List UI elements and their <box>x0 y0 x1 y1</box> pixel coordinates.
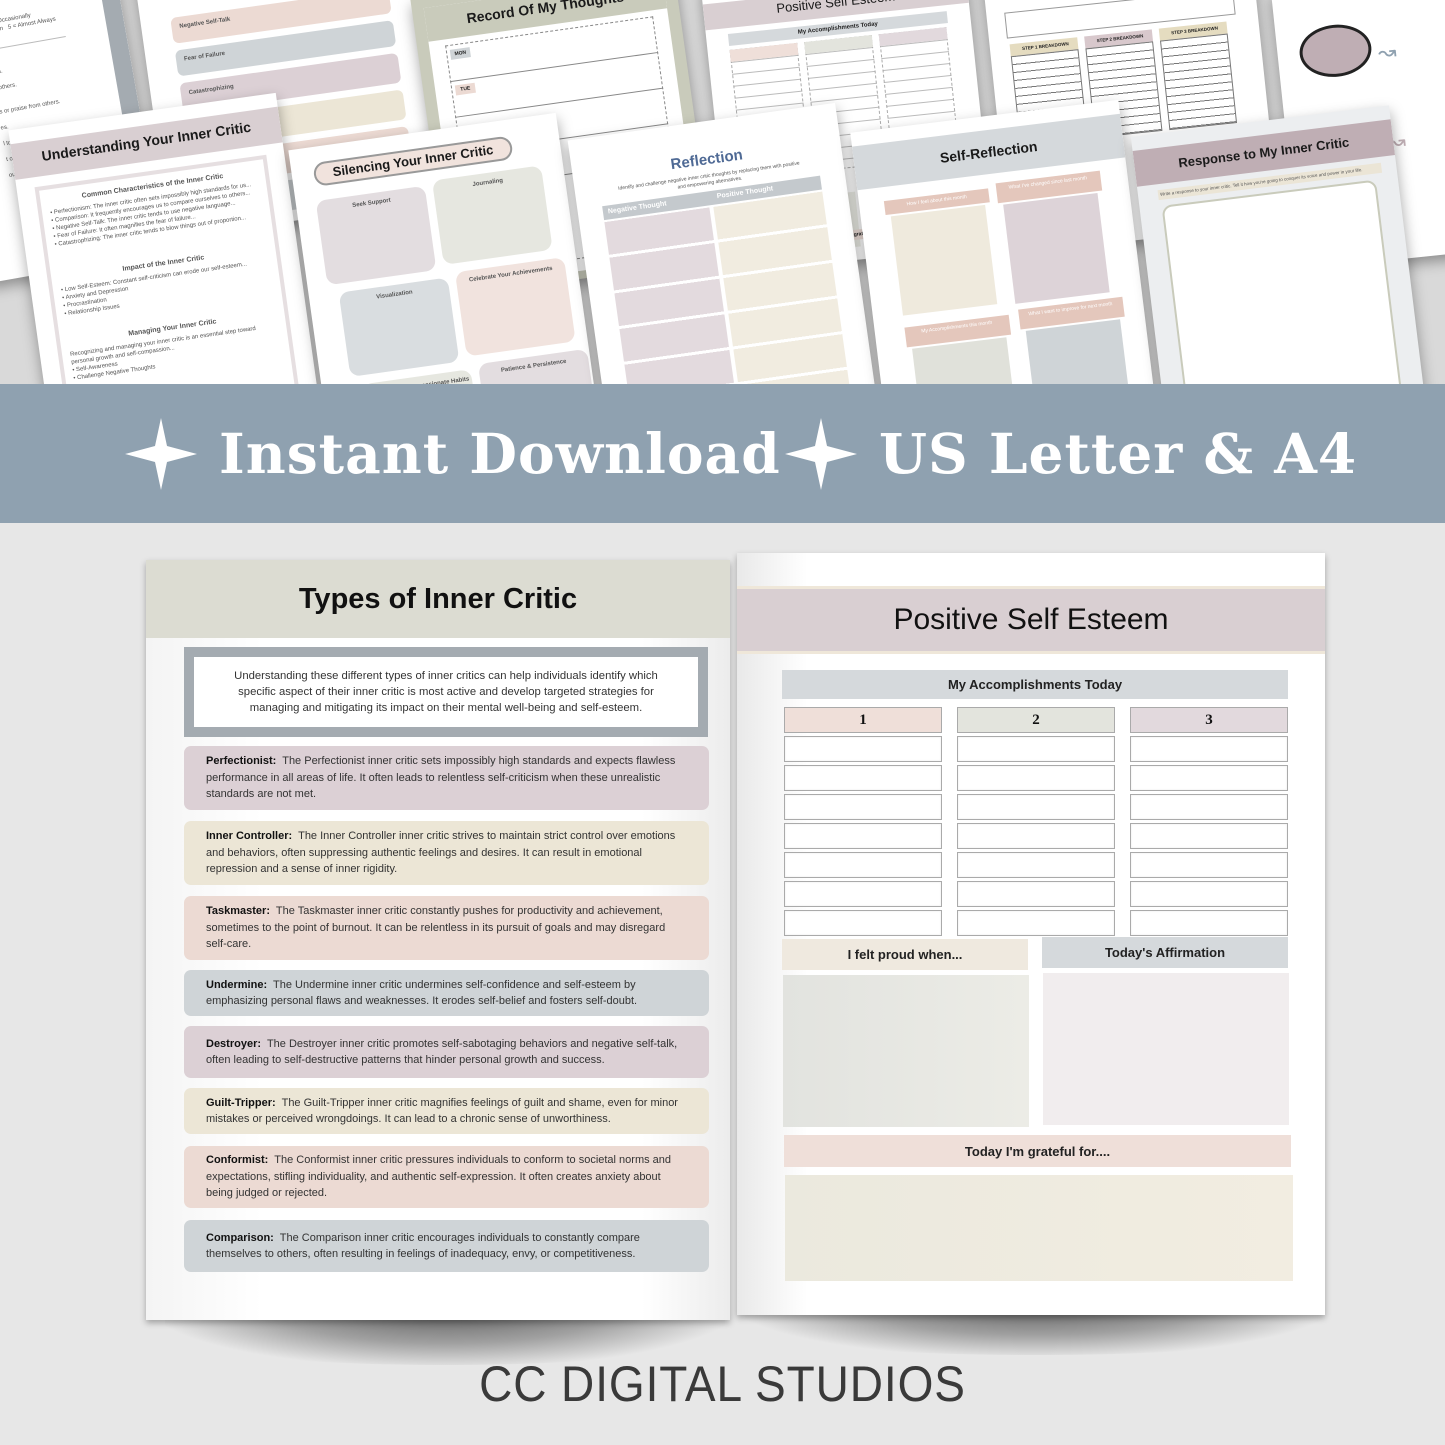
banner-label: US Letter & A4 <box>879 421 1358 486</box>
accomplishment-entry-field[interactable] <box>784 794 942 820</box>
preview-sheet-understanding: Understanding Your Inner Critic Common C… <box>8 92 322 384</box>
critic-type-name: Comparison: <box>206 1231 274 1244</box>
speech-bubble-icon <box>1296 21 1375 81</box>
critic-type-name: Inner Controller: <box>206 830 293 843</box>
preview-sheet-response: Response to My Inner Critic Write a resp… <box>1130 105 1430 384</box>
page-title: Types of Inner Critic <box>298 582 578 615</box>
critic-type-name: Guilt-Tripper: <box>206 1096 276 1109</box>
critic-type-name: Taskmaster: <box>206 905 270 918</box>
critic-card: Guilt-Tripper: The Guilt-Tripper inner c… <box>184 1088 709 1134</box>
critic-type-name: Undermine: <box>206 978 268 991</box>
accomplishment-entry-field[interactable] <box>957 794 1115 820</box>
page-header: Positive Self Esteem <box>737 586 1325 654</box>
critic-type-text: The Conformist inner critic pressures in… <box>206 1154 672 1200</box>
page-title: Positive Self Esteem <box>893 603 1169 636</box>
critic-description: Guilt-Tripper: The Guilt-Tripper inner c… <box>206 1095 687 1128</box>
preview-sheet-silencing: Silencing Your Inner Critic Seek Support… <box>288 112 602 384</box>
critic-description: Undermine: The Undermine inner critic un… <box>206 977 687 1010</box>
accomplishment-entry-field[interactable] <box>957 765 1115 791</box>
page-positive-self-esteem: Positive Self Esteem My Accomplishments … <box>737 553 1325 1315</box>
page-types-of-inner-critic: Types of Inner Critic Understanding thes… <box>146 560 730 1320</box>
accomplishment-entry-field[interactable] <box>1130 823 1288 849</box>
critic-type-text: The Taskmaster inner critic constantly p… <box>206 905 666 951</box>
brand-name: CC DIGITAL STUDIOS <box>479 1356 966 1412</box>
critic-card: Undermine: The Undermine inner critic un… <box>184 970 709 1016</box>
critic-card: Comparison: The Comparison inner critic … <box>184 1220 709 1272</box>
preview-sheet-self-reflection: Self-Reflection How I feel about this mo… <box>850 99 1160 384</box>
feature-banner: Instant Download US Letter & A4 <box>0 384 1445 523</box>
critic-description: Perfectionist: The Perfectionist inner c… <box>206 753 687 803</box>
intro-text: Understanding these different types of i… <box>194 657 698 727</box>
critic-card: Perfectionist: The Perfectionist inner c… <box>184 746 709 810</box>
accomplishment-entry-field[interactable] <box>957 736 1115 762</box>
accomplishment-entry-field[interactable] <box>1130 736 1288 762</box>
sparkle-icon <box>785 417 857 490</box>
sparkle-icon <box>125 417 197 490</box>
critic-card: Destroyer: The Destroyer inner critic pr… <box>184 1026 709 1078</box>
grateful-for-header: Today I'm grateful for.... <box>784 1135 1291 1167</box>
accomplishment-column-1: 1 <box>784 707 942 936</box>
critic-type-text: The Perfectionist inner critic sets impo… <box>206 755 676 801</box>
accomplishment-entry-field[interactable] <box>957 823 1115 849</box>
critic-description: Comparison: The Comparison inner critic … <box>206 1230 687 1263</box>
critic-description: Inner Controller: The Inner Controller i… <box>206 828 687 878</box>
banner-item-instant-download: Instant Download <box>125 384 781 523</box>
accomplishments-header: My Accomplishments Today <box>782 670 1288 699</box>
accomplishment-entry-field[interactable] <box>957 852 1115 878</box>
critic-description: Conformist: The Conformist inner critic … <box>206 1152 687 1202</box>
accomplishment-column-header: 1 <box>784 707 942 733</box>
accomplishment-entry-field[interactable] <box>1130 794 1288 820</box>
accomplishment-entry-field[interactable] <box>957 910 1115 936</box>
accomplishment-entry-field[interactable] <box>1130 910 1288 936</box>
proud-when-header: I felt proud when... <box>782 939 1028 970</box>
accomplishment-column-header: 3 <box>1130 707 1288 733</box>
intro-box: Understanding these different types of i… <box>184 647 708 737</box>
accomplishment-entry-field[interactable] <box>784 910 942 936</box>
accomplishment-entry-field[interactable] <box>1130 765 1288 791</box>
accomplishment-entry-field[interactable] <box>784 881 942 907</box>
critic-description: Destroyer: The Destroyer inner critic pr… <box>206 1036 687 1069</box>
affirmation-writing-area[interactable] <box>1043 973 1289 1125</box>
accomplishment-column-3: 3 <box>1130 707 1288 936</box>
accomplishment-column-2: 2 <box>957 707 1115 936</box>
preview-sheet-reflection: Reflection Identify and challenge negati… <box>567 102 883 384</box>
product-preview-collage: 2 = OccasionallyOften 5 = Almost Always … <box>0 0 1445 384</box>
critic-type-text: The Destroyer inner critic promotes self… <box>206 1037 678 1067</box>
banner-label: Instant Download <box>219 421 781 486</box>
critic-card: Inner Controller: The Inner Controller i… <box>184 821 709 885</box>
grateful-for-writing-area[interactable] <box>785 1175 1293 1281</box>
accomplishment-entry-field[interactable] <box>957 881 1115 907</box>
critic-type-text: The Guilt-Tripper inner critic magnifies… <box>206 1096 678 1126</box>
accomplishment-entry-field[interactable] <box>1130 852 1288 878</box>
banner-item-paper-sizes: US Letter & A4 <box>785 384 1357 523</box>
page-header: Types of Inner Critic <box>146 560 730 638</box>
critic-description: Taskmaster: The Taskmaster inner critic … <box>206 903 687 953</box>
accomplishment-column-header: 2 <box>957 707 1115 733</box>
proud-when-writing-area[interactable] <box>783 975 1029 1127</box>
curly-arrow-icon: ↝ <box>1376 38 1398 66</box>
accomplishment-entry-field[interactable] <box>784 852 942 878</box>
critic-card: Conformist: The Conformist inner critic … <box>184 1146 709 1208</box>
critic-type-name: Destroyer: <box>206 1037 262 1050</box>
accomplishment-entry-field[interactable] <box>1130 881 1288 907</box>
critic-type-text: The Undermine inner critic undermines se… <box>206 978 638 1008</box>
accomplishment-entry-field[interactable] <box>784 823 942 849</box>
critic-type-name: Perfectionist: <box>206 755 277 768</box>
accomplishment-entry-field[interactable] <box>784 765 942 791</box>
accomplishment-entry-field[interactable] <box>784 736 942 762</box>
critic-card: Taskmaster: The Taskmaster inner critic … <box>184 896 709 960</box>
critic-type-name: Conformist: <box>206 1154 269 1167</box>
affirmation-header: Today's Affirmation <box>1042 937 1288 968</box>
